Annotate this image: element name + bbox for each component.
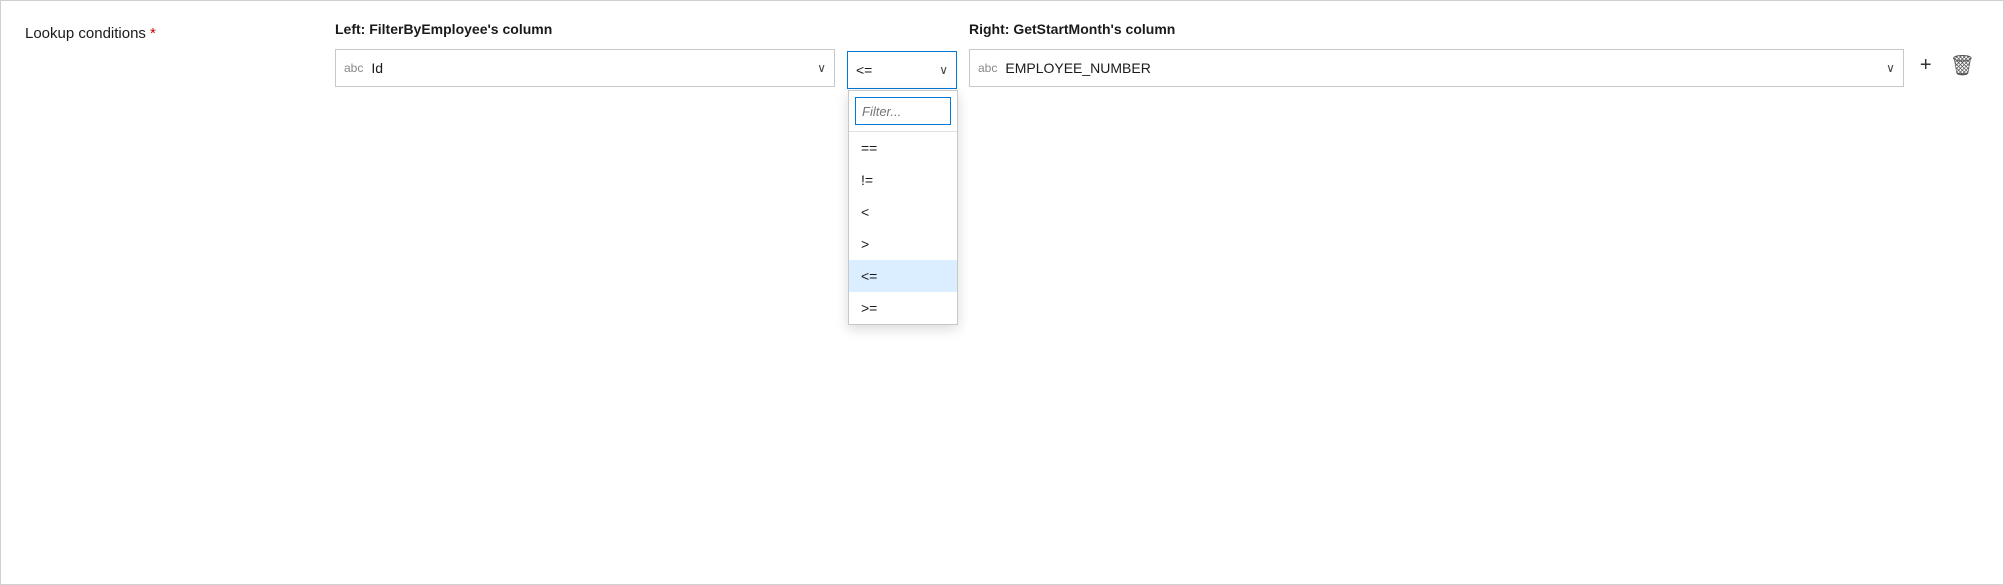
add-condition-button[interactable]: + xyxy=(1916,50,1936,81)
left-column-header: Left: FilterByEmployee's column xyxy=(335,21,835,37)
left-column-dropdown[interactable]: abc Id ∨ xyxy=(335,49,835,87)
left-type-badge: abc xyxy=(344,61,363,75)
operator-filter-input[interactable] xyxy=(855,97,951,125)
operator-option-gt[interactable]: > xyxy=(849,228,957,260)
operator-column: <= ∨ == != < > <= >= xyxy=(847,21,957,89)
main-content: Left: FilterByEmployee's column abc Id ∨… xyxy=(335,21,1979,89)
operator-option-lt[interactable]: < xyxy=(849,196,957,228)
left-column-value: Id xyxy=(371,60,813,76)
operator-value: <= xyxy=(856,62,935,78)
right-column-dropdown[interactable]: abc EMPLOYEE_NUMBER ∨ xyxy=(969,49,1904,87)
required-indicator: * xyxy=(150,25,156,42)
operator-option-neq[interactable]: != xyxy=(849,164,957,196)
operator-option-eq[interactable]: == xyxy=(849,132,957,164)
filter-input-wrap xyxy=(849,91,957,132)
right-column-value: EMPLOYEE_NUMBER xyxy=(1005,60,1882,76)
operator-popup: == != < > <= >= xyxy=(848,90,958,325)
operator-chevron-icon: ∨ xyxy=(939,63,948,77)
operator-dropdown[interactable]: <= ∨ == != < > <= >= xyxy=(847,51,957,89)
lookup-conditions-panel: Lookup conditions * Left: FilterByEmploy… xyxy=(0,0,2004,585)
delete-condition-button[interactable]: 🗑 xyxy=(1946,49,1979,82)
right-chevron-icon: ∨ xyxy=(1886,61,1895,75)
operator-spacer xyxy=(847,21,957,43)
right-column-header: Right: GetStartMonth's column xyxy=(969,21,1904,37)
operator-option-gte[interactable]: >= xyxy=(849,292,957,324)
lookup-conditions-label-section: Lookup conditions * xyxy=(25,21,335,42)
left-chevron-icon: ∨ xyxy=(817,61,826,75)
left-column: Left: FilterByEmployee's column abc Id ∨ xyxy=(335,21,835,87)
action-buttons: + 🗑 xyxy=(1916,21,1979,82)
right-column: Right: GetStartMonth's column abc EMPLOY… xyxy=(969,21,1904,87)
right-dropdown-row: abc EMPLOYEE_NUMBER ∨ xyxy=(969,49,1904,87)
lookup-conditions-label: Lookup conditions xyxy=(25,25,146,42)
operator-option-lte[interactable]: <= xyxy=(849,260,957,292)
right-type-badge: abc xyxy=(978,61,997,75)
